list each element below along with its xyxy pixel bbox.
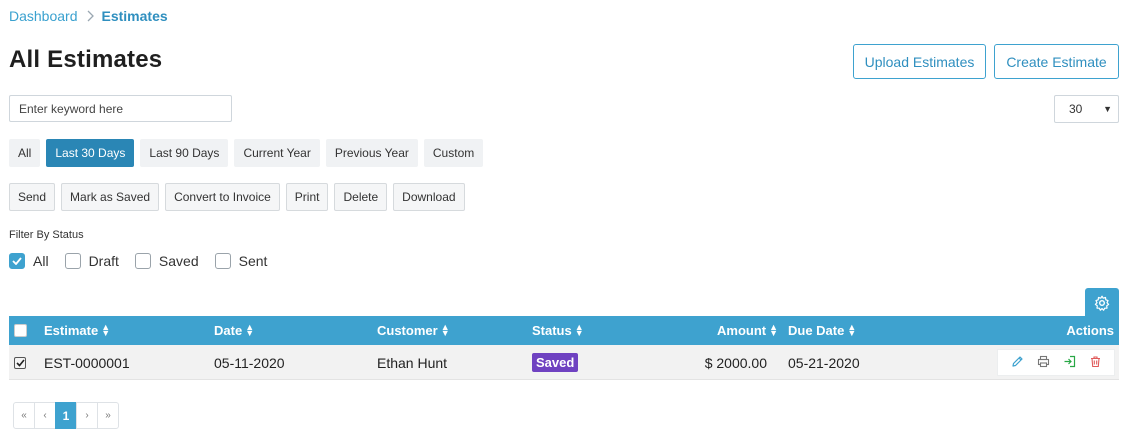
- breadcrumb-dashboard-link[interactable]: Dashboard: [9, 8, 78, 24]
- sort-icon: ▲ ▼: [440, 322, 450, 338]
- status-filter-sent-label: Sent: [238, 253, 268, 269]
- status-filter-sent[interactable]: Sent: [214, 253, 268, 269]
- column-amount-label: Amount: [717, 323, 767, 338]
- column-actions-label: Actions: [1066, 323, 1114, 338]
- breadcrumb: Dashboard Estimates: [9, 8, 168, 24]
- column-customer-label: Customer: [377, 323, 438, 338]
- column-date[interactable]: Date ▲ ▼: [214, 316, 254, 345]
- column-due-date-label: Due Date: [788, 323, 845, 338]
- download-button[interactable]: Download: [393, 183, 465, 211]
- search-input[interactable]: [9, 95, 232, 122]
- gear-icon: [1094, 295, 1110, 311]
- column-status-label: Status: [532, 323, 572, 338]
- next-page-button[interactable]: ›: [76, 402, 98, 429]
- column-date-label: Date: [214, 323, 243, 338]
- pagination: « ‹ 1 › »: [13, 402, 119, 429]
- cell-estimate[interactable]: EST-0000001: [44, 345, 130, 380]
- create-estimate-button[interactable]: Create Estimate: [994, 44, 1119, 79]
- table-header: Estimate ▲ ▼ Date ▲ ▼ Customer ▲ ▼ Status ▲…: [9, 316, 1119, 345]
- prev-page-button[interactable]: ‹: [34, 402, 56, 429]
- column-settings-button[interactable]: [1085, 288, 1119, 317]
- checkbox-icon[interactable]: [214, 253, 231, 269]
- first-page-button[interactable]: «: [13, 402, 35, 429]
- checkbox-checked-icon[interactable]: [9, 253, 25, 269]
- checkbox-icon[interactable]: [64, 253, 81, 269]
- row-actions: [997, 349, 1115, 376]
- status-filter-all-label: All: [33, 253, 49, 269]
- status-filter-saved-label: Saved: [158, 253, 199, 269]
- cell-amount: $ 2000.00: [704, 354, 767, 371]
- select-all-cell: [14, 316, 27, 345]
- delete-button[interactable]: Delete: [334, 183, 388, 211]
- column-amount[interactable]: Amount ▲ ▼: [717, 316, 778, 345]
- convert-icon[interactable]: [1063, 355, 1076, 371]
- table-row[interactable]: EST-0000001 05-11-2020 Ethan Hunt Saved …: [9, 345, 1119, 380]
- checkbox-icon[interactable]: [134, 253, 151, 269]
- page-title: All Estimates: [9, 46, 163, 73]
- date-filter-group: All Last 30 Days Last 90 Days Current Ye…: [9, 139, 484, 167]
- date-filter-last-30-days[interactable]: Last 30 Days: [46, 139, 135, 167]
- date-filter-current-year[interactable]: Current Year: [234, 139, 320, 167]
- column-actions: Actions: [1066, 316, 1114, 345]
- breadcrumb-current: Estimates: [101, 8, 168, 24]
- date-filter-all[interactable]: All: [9, 139, 41, 167]
- column-estimate[interactable]: Estimate ▲ ▼: [44, 316, 110, 345]
- cell-status: Saved: [532, 345, 579, 380]
- column-status[interactable]: Status ▲ ▼: [532, 316, 584, 345]
- status-filter-saved[interactable]: Saved: [134, 253, 199, 269]
- edit-icon[interactable]: [1011, 355, 1024, 371]
- status-badge: Saved: [532, 353, 579, 372]
- sort-icon: ▲ ▼: [847, 322, 857, 338]
- page-1-button[interactable]: 1: [55, 402, 77, 429]
- delete-icon[interactable]: [1089, 355, 1102, 371]
- select-all-checkbox[interactable]: [14, 324, 27, 337]
- sort-icon: ▲ ▼: [245, 322, 255, 338]
- cell-due-date: 05-21-2020: [788, 354, 860, 371]
- date-filter-previous-year[interactable]: Previous Year: [325, 139, 418, 167]
- column-estimate-label: Estimate: [44, 323, 99, 338]
- caret-down-icon: ▼: [1103, 104, 1112, 114]
- sort-icon: ▲ ▼: [769, 322, 779, 338]
- convert-to-invoice-button[interactable]: Convert to Invoice: [165, 183, 280, 211]
- print-button[interactable]: Print: [285, 183, 329, 211]
- upload-estimates-button[interactable]: Upload Estimates: [853, 44, 986, 79]
- mark-as-saved-button[interactable]: Mark as Saved: [61, 183, 160, 211]
- status-filter-all[interactable]: All: [9, 253, 49, 269]
- chevron-right-icon: [87, 10, 94, 22]
- column-customer[interactable]: Customer ▲ ▼: [377, 316, 450, 345]
- status-filter-draft-label: Draft: [88, 253, 119, 269]
- bulk-action-group: Send Mark as Saved Convert to Invoice Pr…: [9, 183, 465, 211]
- per-page-value: 30: [1069, 102, 1083, 116]
- sort-icon: ▲ ▼: [101, 322, 111, 338]
- date-filter-last-90-days[interactable]: Last 90 Days: [140, 139, 229, 167]
- column-due-date[interactable]: Due Date ▲ ▼: [788, 316, 856, 345]
- cell-date: 05-11-2020: [214, 354, 285, 371]
- filter-by-status-label: Filter By Status: [9, 229, 84, 241]
- send-button[interactable]: Send: [9, 183, 56, 211]
- cell-customer: Ethan Hunt: [377, 354, 448, 371]
- row-select-cell: [14, 345, 26, 380]
- row-checkbox[interactable]: [14, 356, 26, 369]
- per-page-select[interactable]: 30 ▼: [1054, 95, 1119, 123]
- sort-icon: ▲ ▼: [574, 322, 584, 338]
- last-page-button[interactable]: »: [97, 402, 119, 429]
- status-filter-draft[interactable]: Draft: [64, 253, 119, 269]
- print-icon[interactable]: [1037, 355, 1050, 371]
- status-filter-group: All Draft Saved Sent: [9, 253, 283, 269]
- date-filter-custom[interactable]: Custom: [423, 139, 484, 167]
